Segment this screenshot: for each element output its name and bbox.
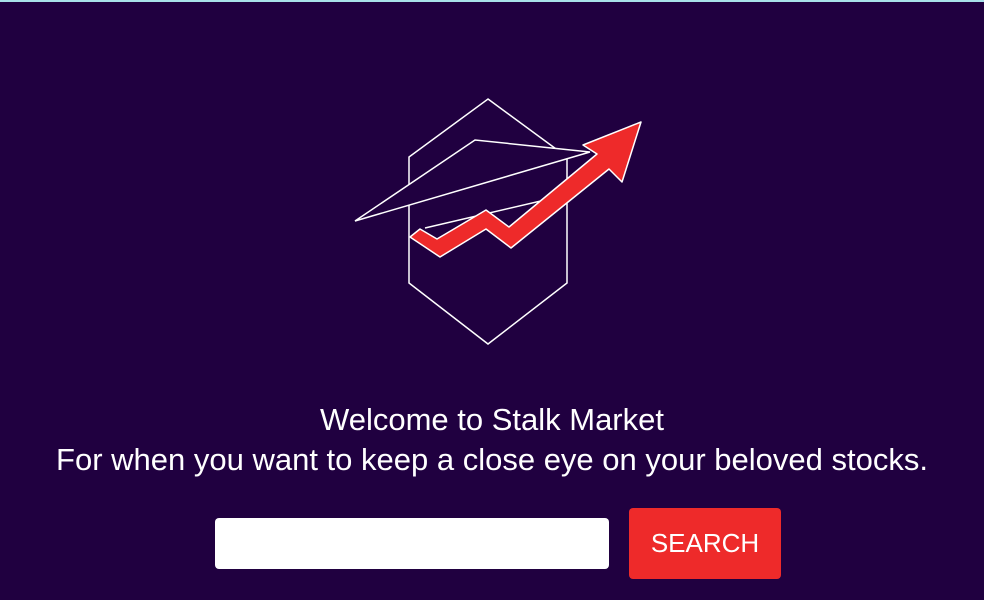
search-button[interactable]: SEARCH [629,508,781,579]
search-input[interactable] [215,518,609,569]
tagline-text: For when you want to keep a close eye on… [56,442,928,477]
top-border [0,0,984,2]
welcome-heading: Welcome to Stalk Market [320,402,664,437]
paper-plane-stock-arrow-icon [354,98,642,345]
